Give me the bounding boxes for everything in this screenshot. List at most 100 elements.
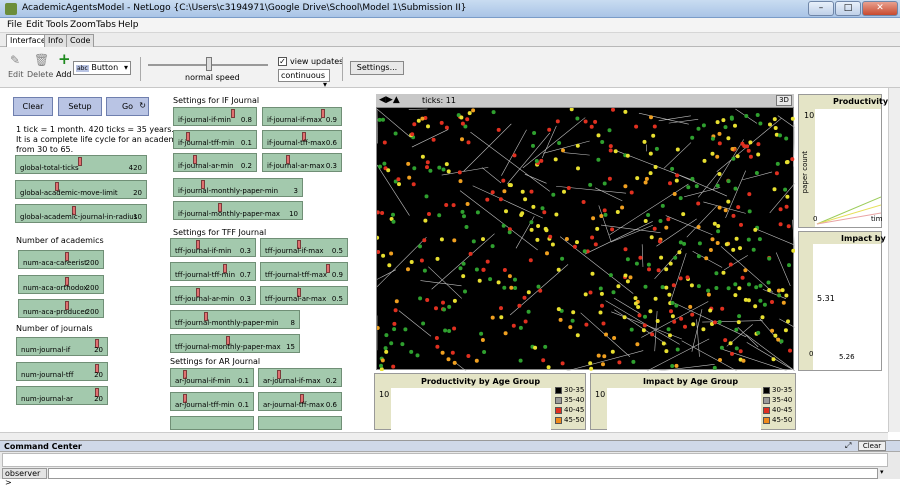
slider-num-journal-if[interactable]: num-journal-if20 <box>16 337 108 356</box>
slider-num-aca-orthodox[interactable]: num-aca-orthodox200 <box>18 275 104 294</box>
academic-agent <box>788 349 792 353</box>
slider-global-academic-move-limit[interactable]: global-academic-move-limit20 <box>15 180 147 199</box>
slider-if-journal-tff-min[interactable]: if-journal-tff-min0.1 <box>173 130 257 149</box>
plot-area <box>607 388 761 430</box>
academic-agent <box>647 267 651 271</box>
legend-item: 45-50 <box>555 416 585 426</box>
slider-ar-journal-tff-max[interactable]: ar-journal-tff-max0.6 <box>258 392 342 411</box>
slider-tff-journal-monthly-paper-max[interactable]: tff-journal-monthly-paper-max15 <box>170 334 300 353</box>
slider-tff-journal-ar-max[interactable]: tff-journal-ar-max0.5 <box>260 286 348 305</box>
go-button[interactable]: Go ↻ <box>106 97 149 116</box>
menu-zoom[interactable]: Zoom <box>70 20 96 30</box>
speed-slider-thumb[interactable] <box>206 57 212 71</box>
productivity-plot: Productivity by 10 paper count 0 tim <box>798 94 882 228</box>
slider-if-journal-if-max[interactable]: if-journal-if-max0.9 <box>262 107 342 126</box>
academic-agent <box>604 333 608 337</box>
academic-agent <box>612 336 616 340</box>
window-title: AcademicAgentsModel - NetLogo {C:\Users\… <box>22 3 466 13</box>
vertical-scrollbar[interactable] <box>888 88 900 432</box>
slider-ar-journal-if-max[interactable]: ar-journal-if-max0.2 <box>258 368 342 387</box>
menu-tabs[interactable]: Tabs <box>96 20 116 30</box>
academic-agent <box>551 193 555 197</box>
network-link <box>564 153 590 156</box>
impact-plot: Impact by 5.31 0 5.26 <box>798 231 882 371</box>
slider-value: 10 <box>289 210 298 218</box>
view-arrow-icons[interactable]: ◀▶▲ <box>379 95 400 105</box>
menu-tools[interactable]: Tools <box>46 20 68 30</box>
slider-num-aca-careerist[interactable]: num-aca-careerist200 <box>18 250 104 269</box>
pencil-icon[interactable]: ✎ <box>10 53 20 67</box>
menu-help[interactable]: Help <box>118 20 139 30</box>
academic-agent <box>466 202 470 206</box>
maximize-icon[interactable]: □ <box>835 1 861 16</box>
update-mode-select[interactable]: continuous ▾ <box>278 69 330 82</box>
minimize-icon[interactable]: – <box>808 1 834 16</box>
slider-ar-journal-tff-min[interactable]: ar-journal-tff-min0.1 <box>170 392 254 411</box>
settings-button[interactable]: Settings... <box>350 61 404 75</box>
widget-type-select[interactable]: abc Button ▾ <box>73 61 131 75</box>
history-arrow-icon[interactable]: ▾ <box>880 468 890 479</box>
command-clear-button[interactable]: Clear <box>858 441 886 451</box>
close-icon[interactable]: ✕ <box>862 1 898 16</box>
setup-button[interactable]: Setup <box>58 97 102 116</box>
three-d-button[interactable]: 3D <box>776 95 792 106</box>
slider-tff-journal-ar-min[interactable]: tff-journal-ar-min0.3 <box>170 286 256 305</box>
academic-agent <box>521 190 525 194</box>
tab-info[interactable]: Info <box>44 34 67 47</box>
academic-agent <box>447 329 451 333</box>
view-updates-checkbox[interactable]: ✓ <box>278 57 287 66</box>
slider-name: global-academic-move-limit <box>20 189 118 197</box>
slider-if-journal-ar-max[interactable]: if-journal-ar-max0.3 <box>262 153 342 172</box>
academic-agent <box>409 350 413 354</box>
add-icon[interactable]: + <box>58 50 71 68</box>
slider-value: 200 <box>86 308 99 316</box>
menu-file[interactable]: File <box>7 20 22 30</box>
academic-agent <box>509 286 513 290</box>
slider-if-journal-ar-min[interactable]: if-journal-ar-min0.2 <box>173 153 257 172</box>
academic-agent <box>458 170 462 174</box>
clear-button[interactable]: Clear <box>13 97 53 116</box>
slider-num-journal-tff[interactable]: num-journal-tff20 <box>16 362 108 381</box>
slider-value: 10 <box>133 213 142 221</box>
academic-agent <box>783 188 787 192</box>
academic-agent <box>491 190 495 194</box>
slider-tff-journal-monthly-paper-min[interactable]: tff-journal-monthly-paper-min8 <box>170 310 300 329</box>
academic-agent <box>562 190 566 194</box>
slider-if-journal-monthly-paper-min[interactable]: if-journal-monthly-paper-min3 <box>173 178 303 197</box>
slider-num-journal-ar[interactable]: num-journal-ar20 <box>16 386 108 405</box>
expand-icon[interactable]: ⤢ <box>845 441 851 451</box>
world-view[interactable] <box>376 94 794 370</box>
observer-select[interactable]: observer > <box>2 468 47 479</box>
slider-global-academic-journal-in-radius[interactable]: global-academic-journal-in-radius10 <box>15 204 147 223</box>
slider-if-journal-if-min[interactable]: if-journal-if-min0.8 <box>173 107 257 126</box>
slider-num-aca-producer[interactable]: num-aca-producer200 <box>18 299 104 318</box>
menu-edit[interactable]: Edit <box>26 20 43 30</box>
slider-value: 3 <box>294 187 298 195</box>
academic-agent <box>670 167 674 171</box>
slider-tff-journal-if-max[interactable]: tff-journal-if-max0.5 <box>260 238 348 257</box>
tab-code[interactable]: Code <box>66 34 94 47</box>
slider-tff-journal-if-min[interactable]: tff-journal-if-min0.3 <box>170 238 256 257</box>
trash-icon[interactable]: 🗑 <box>34 53 49 67</box>
slider-if-journal-monthly-paper-max[interactable]: if-journal-monthly-paper-max10 <box>173 201 303 220</box>
slider-ar-partial-1[interactable] <box>170 416 254 430</box>
slider-global-total-ticks[interactable]: global-total-ticks420 <box>15 155 147 174</box>
network-link <box>399 311 431 337</box>
slider-ar-partial-2[interactable] <box>258 416 342 430</box>
slider-ar-journal-if-min[interactable]: ar-journal-if-min0.1 <box>170 368 254 387</box>
academic-agent <box>776 338 780 342</box>
academic-agent <box>626 257 630 261</box>
horizontal-scrollbar[interactable] <box>0 432 888 440</box>
academic-agent <box>732 214 736 218</box>
academic-agent <box>756 331 760 335</box>
slider-knob[interactable] <box>231 109 235 118</box>
slider-name: num-journal-if <box>21 346 70 354</box>
academic-agent <box>791 117 795 121</box>
slider-tff-journal-tff-min[interactable]: tff-journal-tff-min0.7 <box>170 262 256 281</box>
slider-tff-journal-tff-max[interactable]: tff-journal-tff-max0.9 <box>260 262 348 281</box>
command-input[interactable] <box>48 468 878 479</box>
academic-agent <box>571 319 575 323</box>
slider-if-journal-tff-max[interactable]: if-journal-tff-max0.6 <box>262 130 342 149</box>
academic-agent <box>791 249 795 253</box>
academic-agent <box>497 280 501 284</box>
